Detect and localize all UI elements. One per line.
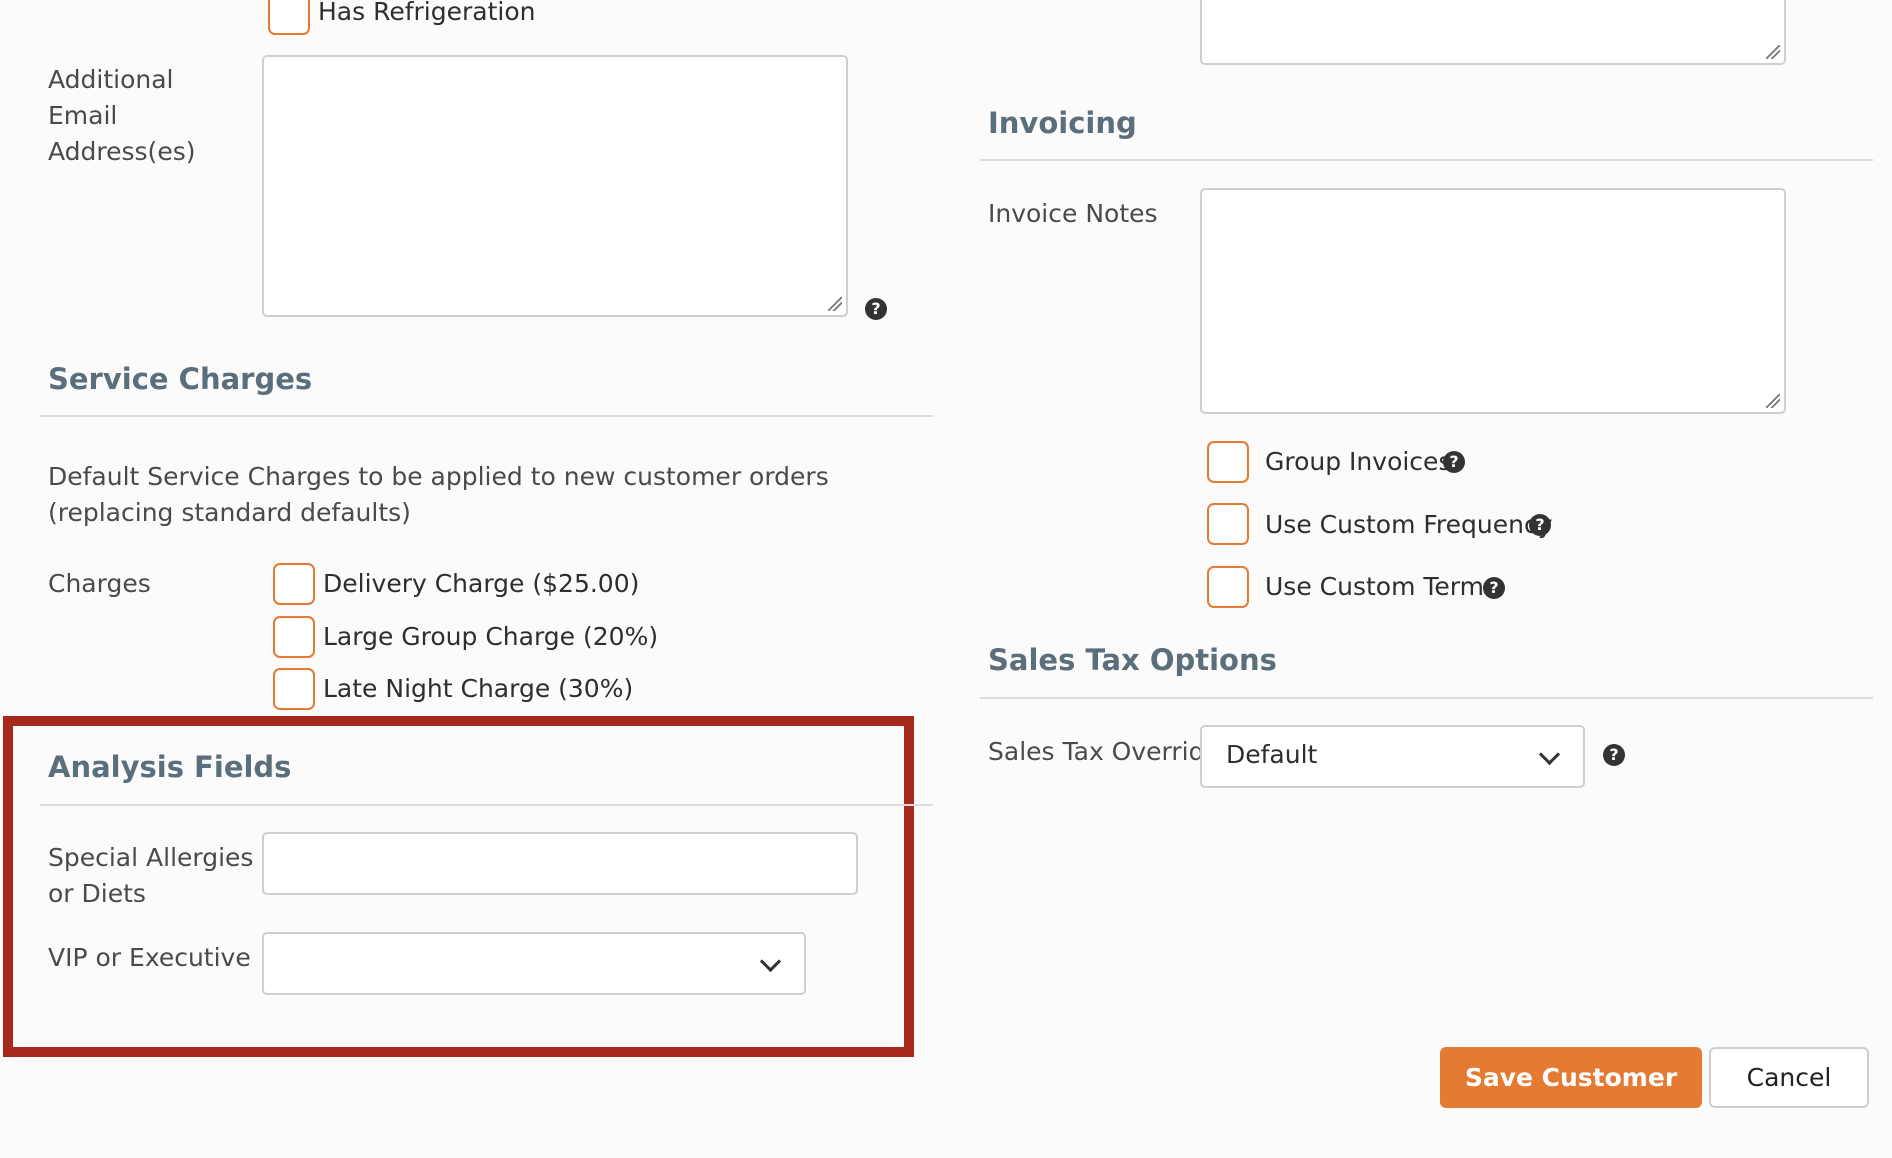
late-night-charge-checkbox[interactable] <box>273 668 315 710</box>
question-circle-icon[interactable]: ? <box>865 298 887 320</box>
service-charges-divider <box>40 415 933 417</box>
group-invoices-label: Group Invoices <box>1265 447 1452 476</box>
large-group-charge-label: Large Group Charge (20%) <box>323 622 659 651</box>
use-custom-frequency-checkbox[interactable] <box>1207 503 1249 545</box>
has-refrigeration-checkbox[interactable] <box>268 0 310 35</box>
resize-handle-icon[interactable] <box>828 297 842 311</box>
charges-label: Charges <box>48 569 151 598</box>
sales-tax-options-title: Sales Tax Options <box>988 643 1277 677</box>
question-circle-icon[interactable]: ? <box>1443 451 1465 473</box>
invoice-notes-label: Invoice Notes <box>988 199 1158 228</box>
special-allergies-input[interactable] <box>262 832 858 895</box>
analysis-fields-title: Analysis Fields <box>48 750 292 784</box>
use-custom-terms-checkbox[interactable] <box>1207 566 1249 608</box>
question-circle-icon[interactable]: ? <box>1603 744 1625 766</box>
special-allergies-label: Special Allergies or Diets <box>48 843 254 908</box>
additional-email-label: Additional Email Address(es) <box>48 65 196 166</box>
resize-handle-icon[interactable] <box>1766 394 1780 408</box>
analysis-fields-divider <box>40 804 933 806</box>
question-circle-icon[interactable]: ? <box>1529 514 1551 536</box>
service-charges-description: Default Service Charges to be applied to… <box>48 462 829 527</box>
sales-tax-override-value: Default <box>1226 740 1318 769</box>
chevron-down-icon <box>1538 743 1561 766</box>
has-refrigeration-label: Has Refrigeration <box>318 0 536 26</box>
group-invoices-checkbox[interactable] <box>1207 441 1249 483</box>
vip-executive-select[interactable] <box>262 932 806 995</box>
delivery-charge-checkbox[interactable] <box>273 563 315 605</box>
top-right-textarea[interactable] <box>1200 0 1786 65</box>
sales-tax-override-label: Sales Tax Override <box>988 737 1220 766</box>
use-custom-frequency-label: Use Custom Frequency <box>1265 510 1553 539</box>
question-circle-icon[interactable]: ? <box>1483 577 1505 599</box>
service-charges-title: Service Charges <box>48 362 313 396</box>
resize-handle-icon[interactable] <box>1766 45 1780 59</box>
cancel-button[interactable]: Cancel <box>1709 1047 1869 1108</box>
invoicing-title: Invoicing <box>988 106 1137 140</box>
sales-tax-divider <box>980 697 1873 699</box>
sales-tax-override-select[interactable]: Default <box>1200 725 1585 788</box>
delivery-charge-label: Delivery Charge ($25.00) <box>323 569 640 598</box>
vip-executive-label: VIP or Executive <box>48 943 251 972</box>
late-night-charge-label: Late Night Charge (30%) <box>323 674 634 703</box>
use-custom-terms-label: Use Custom Terms <box>1265 572 1497 601</box>
invoice-notes-textarea[interactable] <box>1200 188 1786 414</box>
additional-email-textarea[interactable] <box>262 55 848 317</box>
save-customer-button[interactable]: Save Customer <box>1440 1047 1702 1108</box>
chevron-down-icon <box>759 950 782 973</box>
large-group-charge-checkbox[interactable] <box>273 616 315 658</box>
invoicing-divider <box>980 159 1873 161</box>
